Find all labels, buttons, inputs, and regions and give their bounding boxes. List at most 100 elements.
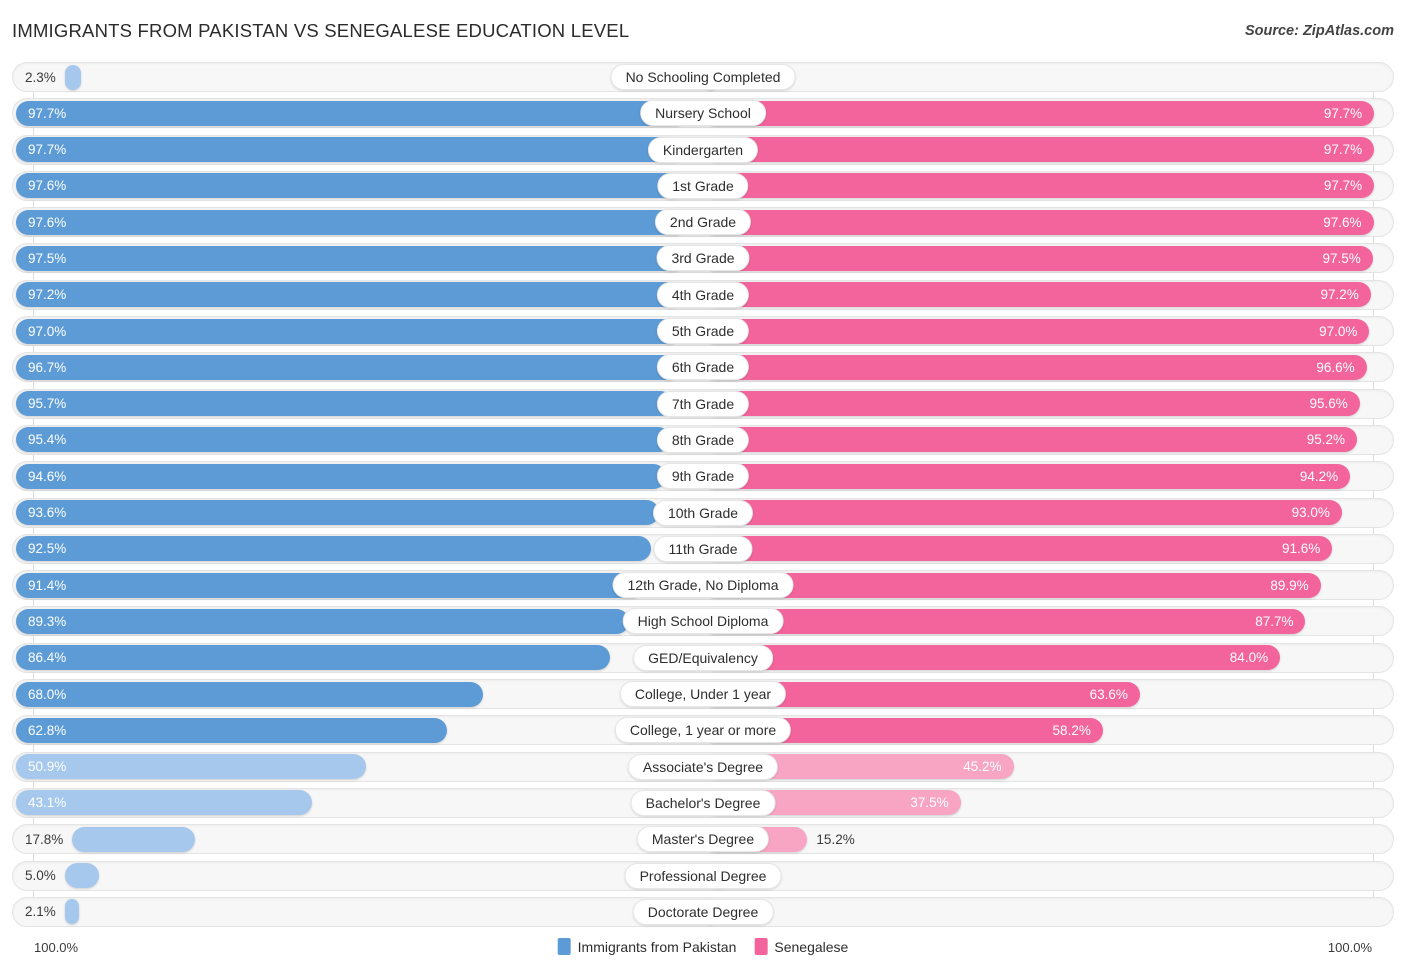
bar-left[interactable]: 97.5% <box>16 245 686 271</box>
legend-label-senegalese: Senegalese <box>774 938 849 955</box>
row-category-label: Nursery School <box>640 100 766 127</box>
bar-value-left: 97.7% <box>28 105 67 121</box>
row-category-label: No Schooling Completed <box>610 64 796 90</box>
bar-value-left: 97.5% <box>28 250 67 266</box>
chart-row: 17.8% 15.2% Master's Degree <box>12 824 1394 855</box>
row-category-label: 8th Grade <box>656 426 750 453</box>
bar-left[interactable] <box>64 863 100 889</box>
bar-left[interactable]: 62.8% <box>16 717 448 743</box>
row-half-right: 89.9% <box>703 570 1390 600</box>
chart-row: 97.0% 97.0% 5th Grade <box>12 316 1394 347</box>
axis-max-left: 100.0% <box>34 940 79 955</box>
bar-left[interactable]: 43.1% <box>16 790 313 816</box>
bar-right[interactable]: 97.7% <box>703 137 1375 163</box>
bar-left[interactable]: 95.4% <box>16 427 672 453</box>
bar-value-right: 95.6% <box>1309 396 1348 412</box>
bar-left[interactable]: 97.6% <box>16 209 687 235</box>
bar-left[interactable]: 96.7% <box>16 354 681 380</box>
row-half-left: 2.3% <box>16 62 703 92</box>
row-category-label: Associate's Degree <box>627 753 779 780</box>
row-half-left: 17.8% <box>16 824 703 854</box>
row-half-right: 95.2% <box>703 425 1390 455</box>
bar-right[interactable]: 97.7% <box>703 173 1375 199</box>
bar-left[interactable] <box>64 899 80 925</box>
bar-right[interactable]: 97.7% <box>703 100 1375 126</box>
bar-value-left: 2.1% <box>25 904 56 920</box>
bar-right[interactable]: 97.2% <box>703 282 1371 308</box>
bar-right[interactable]: 93.0% <box>703 500 1342 526</box>
bar-value-right: 84.0% <box>1229 650 1269 666</box>
bar-right[interactable]: 95.2% <box>703 427 1358 453</box>
bar-value-right: 97.7% <box>1323 105 1363 121</box>
bar-right[interactable]: 91.6% <box>703 536 1333 562</box>
row-half-right: 45.2% <box>703 752 1390 782</box>
row-half-left: 43.1% <box>16 788 703 818</box>
row-half-right: 87.7% <box>703 606 1390 636</box>
row-half-left: 68.0% <box>16 679 703 709</box>
chart-row: 50.9% 45.2% Associate's Degree <box>12 751 1394 782</box>
row-category-label: Doctorate Degree <box>632 898 774 925</box>
bar-value-right: 97.2% <box>1320 287 1359 303</box>
row-half-right: 37.5% <box>703 788 1390 818</box>
bar-left[interactable]: 50.9% <box>16 754 366 780</box>
legend-item-senegalese[interactable]: Senegalese <box>754 938 848 955</box>
chart-row: 96.7% 96.6% 6th Grade <box>12 352 1394 383</box>
bar-value-left: 43.1% <box>28 795 67 811</box>
bar-value-right: 93.0% <box>1291 505 1330 521</box>
bar-value-left: 86.4% <box>28 650 67 666</box>
bar-left[interactable]: 93.6% <box>16 500 660 526</box>
row-half-right: 63.6% <box>703 679 1390 709</box>
bar-left[interactable]: 92.5% <box>16 536 652 562</box>
chart-row: 62.8% 58.2% College, 1 year or more <box>12 715 1394 746</box>
bar-left[interactable]: 97.7% <box>16 100 688 126</box>
chart-row: 86.4% 84.0% GED/Equivalency <box>12 642 1394 673</box>
bar-left[interactable]: 91.4% <box>16 572 644 598</box>
bar-right[interactable]: 89.9% <box>703 572 1321 598</box>
bar-left[interactable]: 68.0% <box>16 681 484 707</box>
chart-row: 2.1% 2.0%Doctorate Degree <box>12 896 1394 927</box>
bar-value-left: 95.4% <box>28 432 67 448</box>
row-category-label: Kindergarten <box>647 136 759 163</box>
chart-row: 97.2% 97.2% 4th Grade <box>12 279 1394 310</box>
bar-value-left: 97.2% <box>28 287 67 303</box>
row-category-label: Professional Degree <box>624 862 782 889</box>
bar-right[interactable]: 97.0% <box>703 318 1370 344</box>
bar-left[interactable]: 97.7% <box>16 137 688 163</box>
bar-value-right: 91.6% <box>1282 541 1321 557</box>
row-half-left: 97.5% <box>16 243 703 273</box>
bar-right[interactable]: 94.2% <box>703 463 1351 489</box>
bar-right[interactable]: 87.7% <box>703 608 1306 634</box>
bar-left[interactable]: 89.3% <box>16 608 630 634</box>
bar-left[interactable]: 97.2% <box>16 282 684 308</box>
row-half-right: 97.5% <box>703 243 1390 273</box>
bar-right[interactable]: 84.0% <box>703 645 1281 671</box>
row-half-right: 96.6% <box>703 352 1390 382</box>
bar-left[interactable]: 94.6% <box>16 463 666 489</box>
row-category-label: 2nd Grade <box>654 209 752 236</box>
legend-swatch-pink-icon <box>754 938 768 955</box>
bar-right[interactable]: 96.6% <box>703 354 1367 380</box>
bar-left[interactable]: 86.4% <box>16 645 610 671</box>
row-half-right: 93.0% <box>703 498 1390 528</box>
bar-right[interactable]: 95.6% <box>703 391 1360 417</box>
row-half-left: 95.7% <box>16 389 703 419</box>
row-category-label: 3rd Grade <box>656 245 750 272</box>
bar-right[interactable]: 97.6% <box>703 209 1374 235</box>
legend-item-pakistan[interactable]: Immigrants from Pakistan <box>557 938 736 955</box>
bar-right[interactable]: 97.5% <box>703 245 1373 271</box>
bar-left[interactable]: 97.6% <box>16 173 687 199</box>
bar-value-left: 62.8% <box>28 722 67 738</box>
chart-row: 91.4% 89.9% 12th Grade, No Diploma <box>12 570 1394 601</box>
bar-left[interactable] <box>72 826 195 852</box>
chart-row: 92.5% 91.6% 11th Grade <box>12 533 1394 564</box>
row-category-label: 7th Grade <box>656 390 750 417</box>
row-half-right: 2.3% <box>703 62 1390 92</box>
bar-left[interactable] <box>64 64 81 90</box>
chart-row: 5.0% 4.6%Professional Degree <box>12 860 1394 891</box>
bar-left[interactable]: 95.7% <box>16 391 674 417</box>
bar-left[interactable]: 97.0% <box>16 318 683 344</box>
row-half-left: 95.4% <box>16 425 703 455</box>
bar-value-right: 63.6% <box>1089 686 1128 702</box>
bar-value-right: 58.2% <box>1052 722 1091 738</box>
row-half-left: 97.7% <box>16 135 703 165</box>
